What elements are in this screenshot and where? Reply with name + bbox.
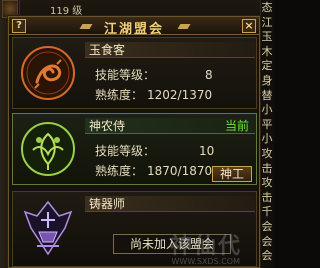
background-strip-char: 定 [261,59,273,73]
guild-name-bar: 玉食客 [85,42,255,58]
guild-card-shennongshi[interactable]: 神农侍 当前 技能等级： 10 熟练度： 1870/1870 神工 [12,113,257,185]
guild-name: 玉食客 [89,43,126,57]
skill-level-label: 技能等级： [95,68,156,82]
watermark-url: WWW.SXDS.COM [171,257,240,266]
proficiency-label: 熟练度： [95,164,144,178]
guild-card-zhuqishi[interactable]: 铸器师 尚未加入该盟会 神仙代 WWW.SXDS.COM [12,191,257,267]
background-strip-char: 江 [261,15,273,29]
guild-name-bar: 铸器师 [85,196,255,212]
background-strip-char: 玉 [261,30,273,44]
skill-level-label: 技能等级： [95,144,156,158]
guild-name-bar: 神农侍 当前 [85,118,255,134]
proficiency-label: 熟练度： [95,88,144,102]
background-strip-char: 千 [261,205,273,219]
background-strip-char: 攻 [261,147,273,160]
background-strip-char: 小 [261,103,273,117]
background-strip-char: 身 [261,74,273,87]
proficiency-value: 1202/1370 [147,88,213,102]
proficiency-value: 1870/1870 [147,164,213,178]
dragon-emblem-icon [21,46,75,100]
background-strip-char: 击 [261,161,273,175]
proficiency-row: 熟练度： 1870/1870 [95,164,212,178]
guild-name: 神农侍 [89,119,126,133]
background-strip-char: 态 [261,1,273,14]
skill-level-row: 技能等级： 10 [95,144,214,158]
background-strip-char: 攻 [261,176,273,190]
background-strip-char: 会 [261,234,273,248]
shengong-button[interactable]: 神工 [212,166,252,182]
background-strip-char: 替 [261,88,273,102]
background-strip-char: 会 [261,220,273,233]
guild-card-yushike[interactable]: 玉食客 技能等级： 8 熟练度： 1202/1370 [12,37,257,109]
guild-name: 铸器师 [89,197,126,211]
window-title: 江湖盟会 [103,22,164,37]
background-strip-char: 平 [261,117,273,131]
background-strip-char: 会 [261,249,273,263]
skill-level-value: 8 [205,68,213,82]
watermark-logo: 神仙代 [169,233,242,259]
current-guild-tag: 当前 [224,119,249,133]
background-strip-char: 木 [261,44,273,58]
background-strip-char: 小 [261,132,273,146]
herb-emblem-icon [21,122,75,176]
skill-level-value: 10 [199,144,215,158]
background-strip-char: 击 [261,190,273,204]
skill-level-row: 技能等级： 8 [95,68,213,82]
close-button[interactable]: × [242,19,256,33]
proficiency-row: 熟练度： 1202/1370 [95,88,212,102]
character-level: 119 级 [50,6,83,17]
background-right-strip: 态江玉木定身替小平小攻击攻击千会会会 [260,0,274,268]
window-titlebar: ? 江湖盟会 × [9,17,259,37]
forge-emblem-icon [23,200,73,256]
guild-window: ? 江湖盟会 × 玉食客 技能等级： 8 熟练度： 1202/1370 神农侍 … [8,16,260,268]
